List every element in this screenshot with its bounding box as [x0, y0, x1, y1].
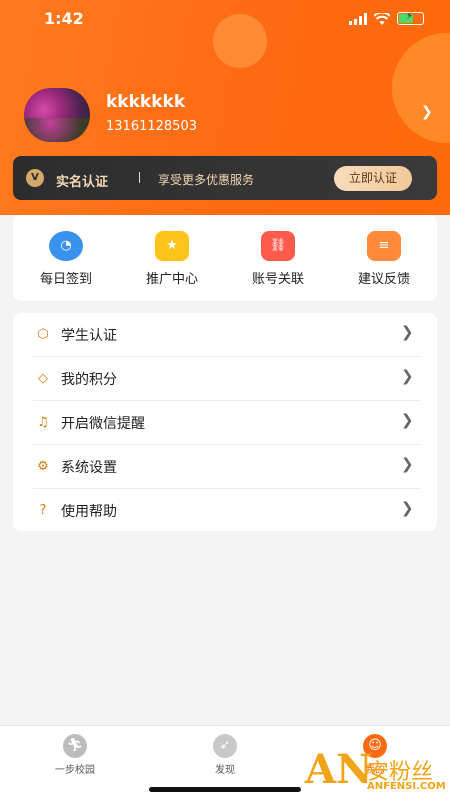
quick-action-feedback[interactable]: ≡ 建议反馈	[331, 231, 437, 287]
watermark-en: ANFENSI.COM	[367, 781, 446, 792]
help-icon: ?	[39, 503, 47, 518]
quick-action-label: 建议反馈	[357, 272, 410, 287]
avatar[interactable]	[24, 88, 90, 142]
quick-actions-card: ◔ 每日签到 ★ 推广中心 ⛓ 账号关联 ≡ 建议反馈	[13, 215, 437, 301]
verify-now-button[interactable]: 立即认证	[334, 166, 412, 191]
wifi-icon	[374, 12, 390, 25]
profile-header: 1:42 ⚡ kkkkkkk 13161128503 ❯ V 实名认证 享受更多…	[0, 0, 450, 215]
link-icon: ⛓	[261, 231, 295, 261]
verify-subtitle: 享受更多优惠服务	[158, 173, 255, 187]
menu-item-points[interactable]: ◇ 我的积分 ❯	[13, 357, 437, 401]
bell-icon: ♫	[37, 415, 49, 430]
verify-title: 实名认证	[56, 175, 109, 190]
watermark-logo: AN 安粉丝 ANFENSI.COM	[305, 748, 450, 800]
calendar-checkin-icon: ◔	[49, 231, 83, 261]
chevron-right-icon: ❯	[401, 455, 414, 473]
menu-item-label: 我的积分	[61, 372, 117, 388]
tab-campus[interactable]: 🏃︎ 一步校园	[25, 734, 125, 776]
menu-item-label: 学生认证	[61, 328, 117, 344]
gear-icon: ⚙	[37, 459, 49, 474]
runner-icon: 🏃︎	[63, 734, 87, 758]
star-gift-icon: ★	[155, 231, 189, 261]
quick-action-link[interactable]: ⛓ 账号关联	[225, 231, 331, 287]
quick-action-label: 每日签到	[39, 272, 92, 287]
quick-action-label: 账号关联	[251, 272, 304, 287]
menu-item-label: 系统设置	[61, 460, 117, 476]
menu-item-settings[interactable]: ⚙ 系统设置 ❯	[13, 445, 437, 489]
home-indicator	[149, 787, 301, 792]
student-badge-icon: ⬡	[37, 327, 49, 342]
signal-icon	[349, 12, 367, 25]
quick-action-promo[interactable]: ★ 推广中心	[119, 231, 225, 287]
tab-discover[interactable]: ➶ 发现	[175, 734, 275, 776]
username: kkkkkkk	[106, 92, 186, 112]
status-icons: ⚡	[349, 11, 424, 25]
diamond-points-icon: ◇	[38, 371, 48, 386]
verify-banner[interactable]: V 实名认证 享受更多优惠服务 立即认证	[13, 156, 437, 200]
chevron-right-icon[interactable]: ❯	[421, 104, 433, 120]
battery-icon: ⚡	[397, 11, 424, 25]
status-time: 1:42	[44, 9, 84, 28]
divider	[139, 172, 140, 183]
decor-circle	[392, 33, 450, 143]
chevron-right-icon: ❯	[401, 499, 414, 517]
menu-card: ⬡ 学生认证 ❯ ◇ 我的积分 ❯ ♫ 开启微信提醒 ❯ ⚙ 系统设置 ❯ ? …	[13, 313, 437, 531]
vip-badge-icon: V	[26, 169, 44, 187]
chevron-right-icon: ❯	[401, 323, 414, 341]
menu-item-student-verify[interactable]: ⬡ 学生认证 ❯	[13, 313, 437, 357]
menu-item-wechat-reminder[interactable]: ♫ 开启微信提醒 ❯	[13, 401, 437, 445]
status-bar: 1:42 ⚡	[0, 0, 450, 40]
feedback-icon: ≡	[367, 231, 401, 261]
menu-item-label: 使用帮助	[61, 504, 117, 520]
quick-action-label: 推广中心	[145, 272, 198, 287]
quick-action-checkin[interactable]: ◔ 每日签到	[13, 231, 119, 287]
menu-item-label: 开启微信提醒	[61, 416, 145, 432]
phone-number: 13161128503	[106, 119, 197, 134]
compass-icon: ➶	[213, 734, 237, 758]
menu-item-help[interactable]: ? 使用帮助 ❯	[13, 489, 437, 533]
chevron-right-icon: ❯	[401, 411, 414, 429]
tab-label: 发现	[215, 765, 235, 776]
chevron-right-icon: ❯	[401, 367, 414, 385]
watermark-an: AN	[305, 746, 373, 793]
tab-label: 一步校园	[55, 765, 95, 776]
